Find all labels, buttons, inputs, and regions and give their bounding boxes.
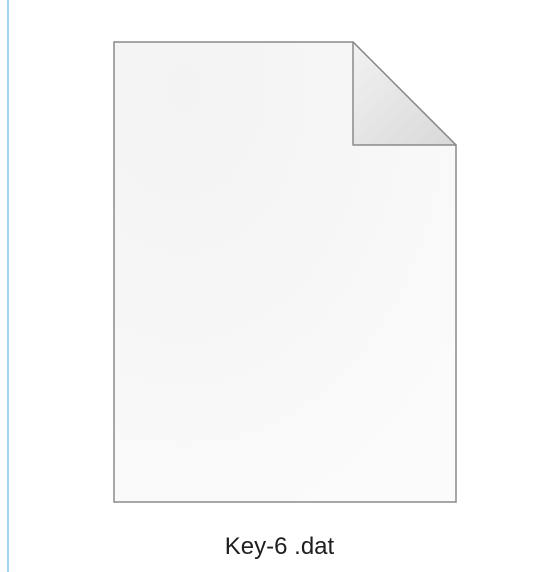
blank-document-icon bbox=[113, 41, 457, 503]
explorer-view: Key-6 .dat bbox=[0, 0, 550, 572]
file-item[interactable]: Key-6 .dat bbox=[9, 0, 550, 572]
file-name-label: Key-6 .dat bbox=[224, 533, 335, 560]
